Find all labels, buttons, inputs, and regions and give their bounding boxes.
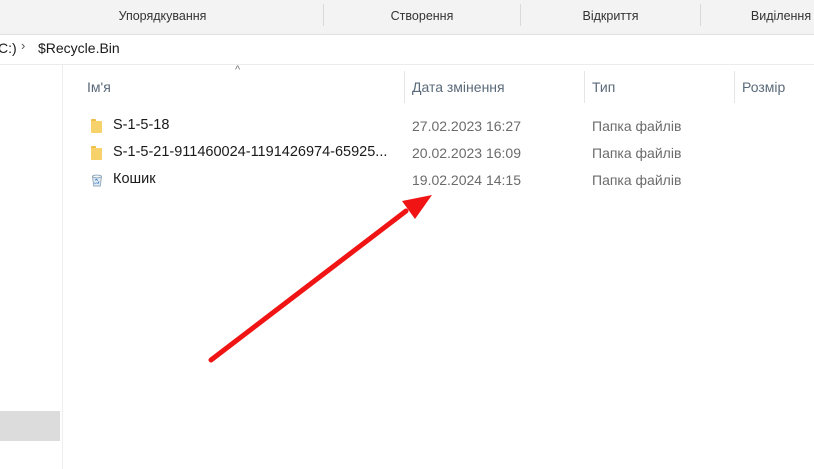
annotation-arrow [208,195,432,363]
